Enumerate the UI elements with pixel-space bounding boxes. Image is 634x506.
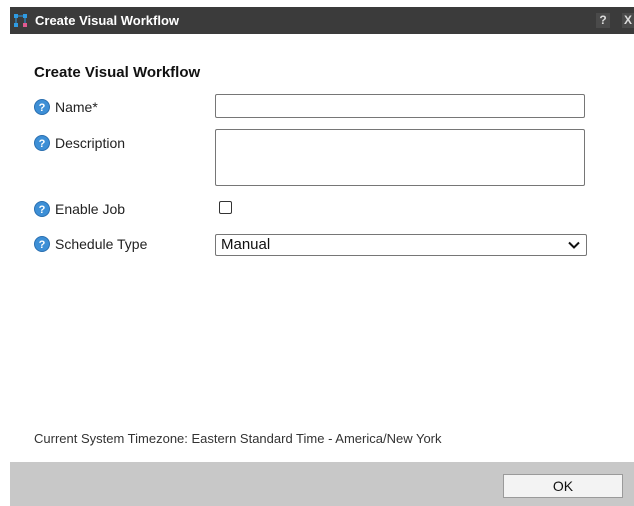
svg-text:?: ? <box>39 138 46 150</box>
question-mark-circle-icon[interactable]: ? <box>34 201 50 217</box>
enable-job-label-text: Enable Job <box>55 201 126 217</box>
description-field-label: ? Description <box>34 134 125 152</box>
form-heading: Create Visual Workflow <box>34 64 201 81</box>
enable-job-field-label: ? Enable Job <box>34 200 125 218</box>
schedule-type-selected-value: Manual <box>221 236 271 253</box>
enable-job-checkbox[interactable] <box>219 201 232 214</box>
help-button[interactable]: ? <box>596 13 610 28</box>
name-input[interactable] <box>215 94 585 118</box>
svg-text:?: ? <box>39 204 46 216</box>
description-textarea[interactable] <box>215 129 585 186</box>
timezone-text: Current System Timezone: Eastern Standar… <box>34 431 442 446</box>
question-mark-circle-icon[interactable]: ? <box>34 236 50 252</box>
schedule-type-field-label: ? Schedule Type <box>34 235 147 253</box>
workflow-icon <box>14 14 27 27</box>
close-button[interactable]: X <box>622 13 634 28</box>
name-field-label: ? Name* <box>34 98 98 116</box>
chevron-down-icon <box>568 241 580 249</box>
schedule-type-select[interactable]: Manual <box>215 234 587 256</box>
svg-text:?: ? <box>39 239 46 251</box>
description-label-text: Description <box>55 135 126 151</box>
svg-text:?: ? <box>39 102 46 114</box>
schedule-type-label-text: Schedule Type <box>55 236 148 252</box>
dialog-titlebar: Create Visual Workflow ? X <box>10 7 634 34</box>
name-label-text: Name* <box>55 99 98 115</box>
ok-button[interactable]: OK <box>503 474 623 498</box>
question-mark-circle-icon[interactable]: ? <box>34 135 50 151</box>
question-mark-circle-icon[interactable]: ? <box>34 99 50 115</box>
window-title: Create Visual Workflow <box>35 13 180 28</box>
